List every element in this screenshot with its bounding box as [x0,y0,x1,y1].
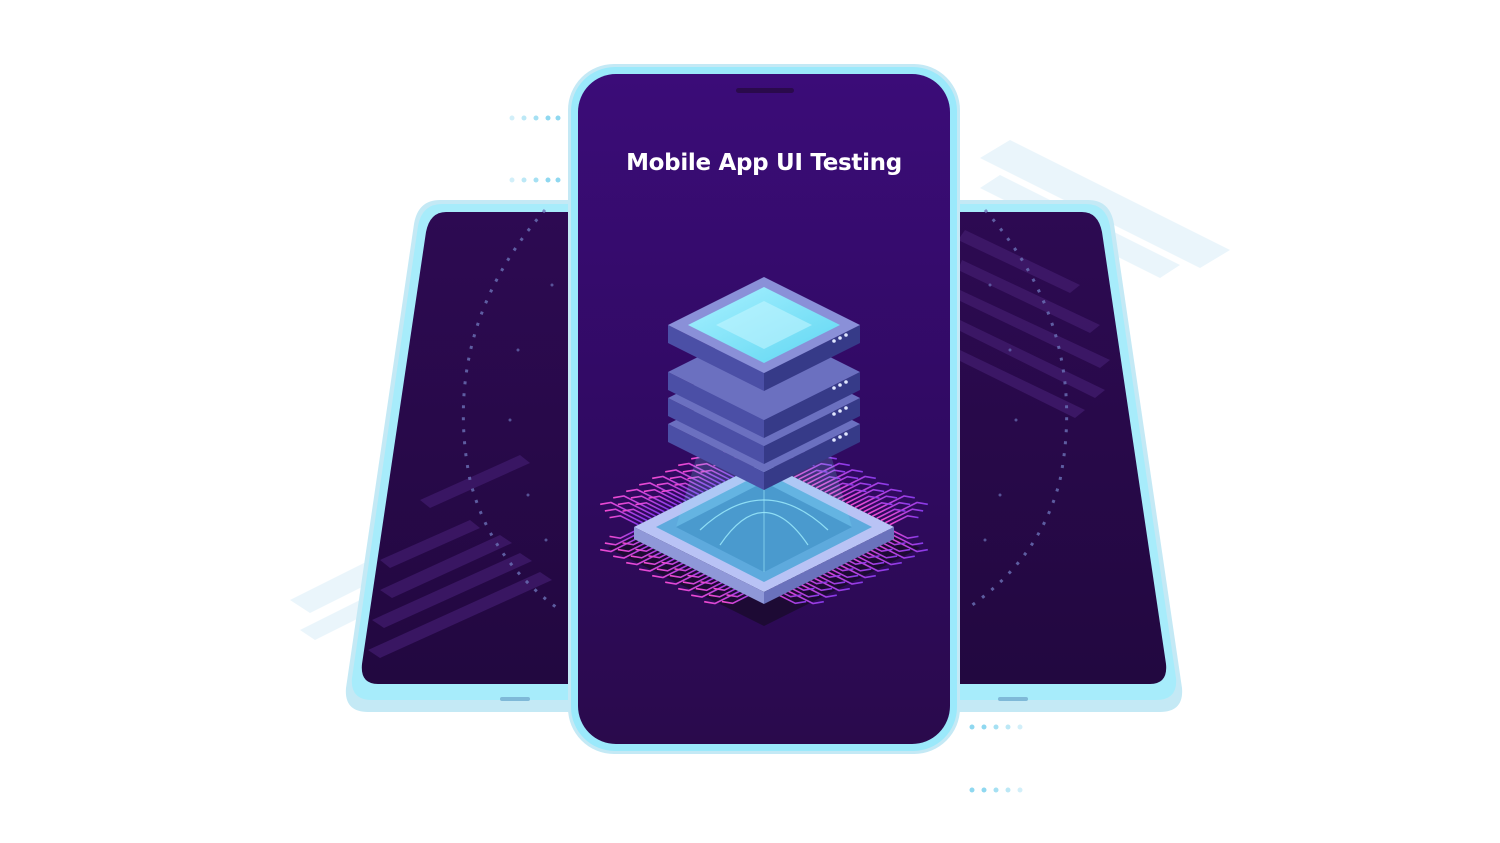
title: Mobile App UI Testing [626,150,902,176]
back-phone-left [345,200,580,712]
speaker-slot [736,88,794,93]
back-phone-right [950,200,1183,712]
illustration-canvas [290,64,1230,793]
illustration-stage: Mobile App UI Testing [0,0,1500,843]
